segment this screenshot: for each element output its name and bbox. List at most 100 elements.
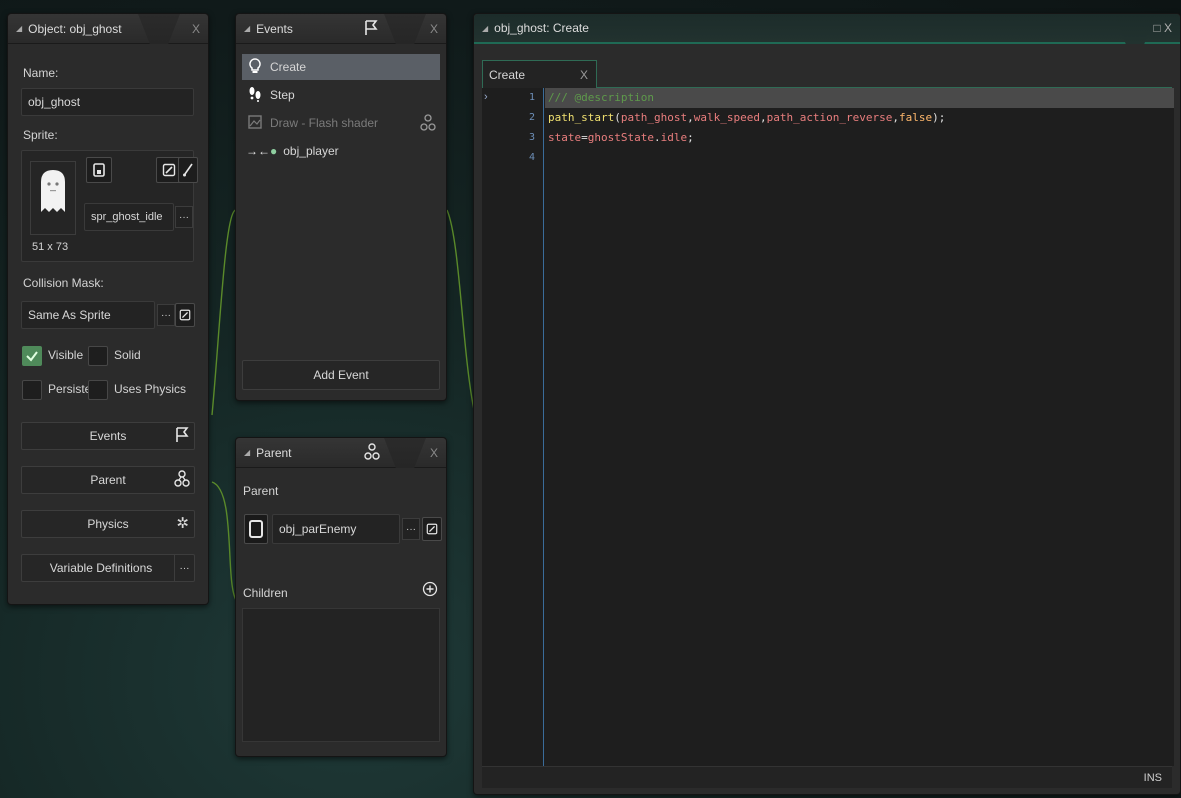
sprite-label: Sprite: [23,128,58,142]
parent-browse-button[interactable]: ··· [402,518,420,540]
tab-create[interactable]: Create X [482,60,597,88]
ghost-sprite-icon [41,170,65,212]
events-list: Create Step Draw - Flash shader →← ● obj… [236,50,446,360]
code-line[interactable]: path_start(path_ghost,walk_speed,path_ac… [548,108,1174,128]
edit-mask-icon[interactable] [175,303,195,327]
object-panel: ◢ Object: obj_ghost X Name: obj_ghost Sp… [7,13,209,605]
parent-button[interactable]: Parent [21,466,195,494]
code-token: false [899,111,933,124]
code-token: = [581,131,588,144]
parent-object-field[interactable]: obj_parEnemy [272,514,400,544]
code-token: walk_speed [693,111,760,124]
event-draw[interactable]: Draw - Flash shader [242,110,440,136]
visible-checkbox[interactable] [22,346,42,366]
event-label: obj_player [283,144,339,158]
new-sprite-icon[interactable] [86,157,112,183]
line-numbers: 1 2 3 4 [482,88,543,168]
header-notch [384,14,426,44]
close-icon[interactable]: X [430,446,438,460]
sprite-size-label: 51 x 73 [32,241,69,253]
collapse-icon[interactable]: ◢ [244,448,250,457]
events-button-label: Events [89,429,127,443]
inherited-hierarchy-icon [420,114,436,135]
parent-panel-title: Parent [256,445,292,460]
collision-mask-browse-button[interactable]: ··· [157,304,175,326]
fold-arrow-icon[interactable]: › [484,91,488,103]
variable-definitions-button[interactable]: Variable Definitions ··· [21,554,195,582]
event-collision-player[interactable]: →← ● obj_player [242,138,440,164]
event-label: Step [270,88,295,102]
collapse-icon[interactable]: ◢ [244,24,250,33]
physics-button-label: Physics [87,517,129,531]
flag-icon [174,426,190,447]
children-list [242,608,440,742]
add-child-icon[interactable] [422,581,438,600]
header-notch [384,438,426,468]
line-number: 1 [528,92,535,103]
code-token: path_action_reverse [766,111,893,124]
sprite-browse-button[interactable]: ··· [175,206,193,228]
line-number: 4 [528,152,535,163]
code-panel-header[interactable]: ◢ obj_ghost: Create □ X [474,14,1180,44]
close-icon[interactable]: X [192,22,200,36]
code-panel-title: obj_ghost: Create [494,21,589,35]
event-label: Create [270,60,307,74]
header-notch [1114,14,1156,44]
line-number: 2 [528,112,535,123]
code-token: /// @description [548,91,654,104]
code-token: ; [687,131,694,144]
code-token: ghostState [587,131,654,144]
event-step[interactable]: Step [242,82,440,108]
edit-parent-icon[interactable] [422,517,442,541]
code-token: idle [660,131,688,144]
events-panel: ◢ Events X Create Step Draw - Flash shad… [235,13,447,401]
window-controls[interactable]: □ X [1153,21,1172,35]
add-event-button[interactable]: Add Event [242,360,440,390]
code-token: , [687,111,694,124]
tab-label: Create [489,67,526,82]
code-line[interactable]: /// @description [548,88,1174,108]
code-token: ); [932,111,946,124]
code-line[interactable]: state=ghostState.idle; [548,128,1174,148]
parent-button-label: Parent [90,473,126,487]
event-label: Draw - Flash shader [270,116,379,130]
variable-definitions-more-icon: ··· [174,555,194,581]
close-icon[interactable]: X [430,22,438,36]
object-panel-header[interactable]: ◢ Object: obj_ghost X [8,14,208,44]
event-create[interactable]: Create [242,54,440,80]
uses-physics-checkbox[interactable] [88,380,108,400]
sprite-name-field[interactable]: spr_ghost_idle [84,203,174,231]
object-panel-title: Object: obj_ghost [28,21,122,36]
parent-object-icon[interactable] [244,514,268,544]
collapse-icon[interactable]: ◢ [482,24,488,33]
collision-mask-field[interactable]: Same As Sprite [21,301,155,329]
code-panel: ◢ obj_ghost: Create □ X Create X › 1 2 3 4 … [473,13,1181,795]
sprite-preview[interactable] [30,161,76,235]
collision-mask-label: Collision Mask: [23,276,104,290]
persistent-checkbox[interactable] [22,380,42,400]
brush-icon[interactable] [178,157,198,183]
collision-icon: →← [246,144,270,158]
solid-label: Solid [114,348,141,362]
code-token: state [548,131,582,144]
code-line[interactable] [548,148,1174,168]
physics-button[interactable]: Physics ✲ [21,510,195,538]
status-bar: INS [482,766,1172,788]
name-field[interactable]: obj_ghost [21,88,194,116]
code-editor[interactable]: › 1 2 3 4 /// @description path_start(path_g… [482,88,1174,766]
code-token: ( [614,111,621,124]
gear-icon: ✲ [176,515,189,532]
tab-bar: Create X [482,56,1172,88]
collapse-icon[interactable]: ◢ [16,24,22,33]
footsteps-icon [246,86,264,105]
check-icon [26,351,38,362]
code-token: path_ghost [620,111,688,124]
events-panel-header[interactable]: ◢ Events X [236,14,446,44]
events-button[interactable]: Events [21,422,195,450]
parent-panel: ◢ Parent X Parent obj_parEnemy ··· Child… [235,437,447,757]
uses-physics-label: Uses Physics [114,382,187,396]
tab-close-icon[interactable]: X [580,68,588,82]
solid-checkbox[interactable] [88,346,108,366]
parent-panel-header[interactable]: ◢ Parent X [236,438,446,468]
name-label: Name: [23,66,59,80]
